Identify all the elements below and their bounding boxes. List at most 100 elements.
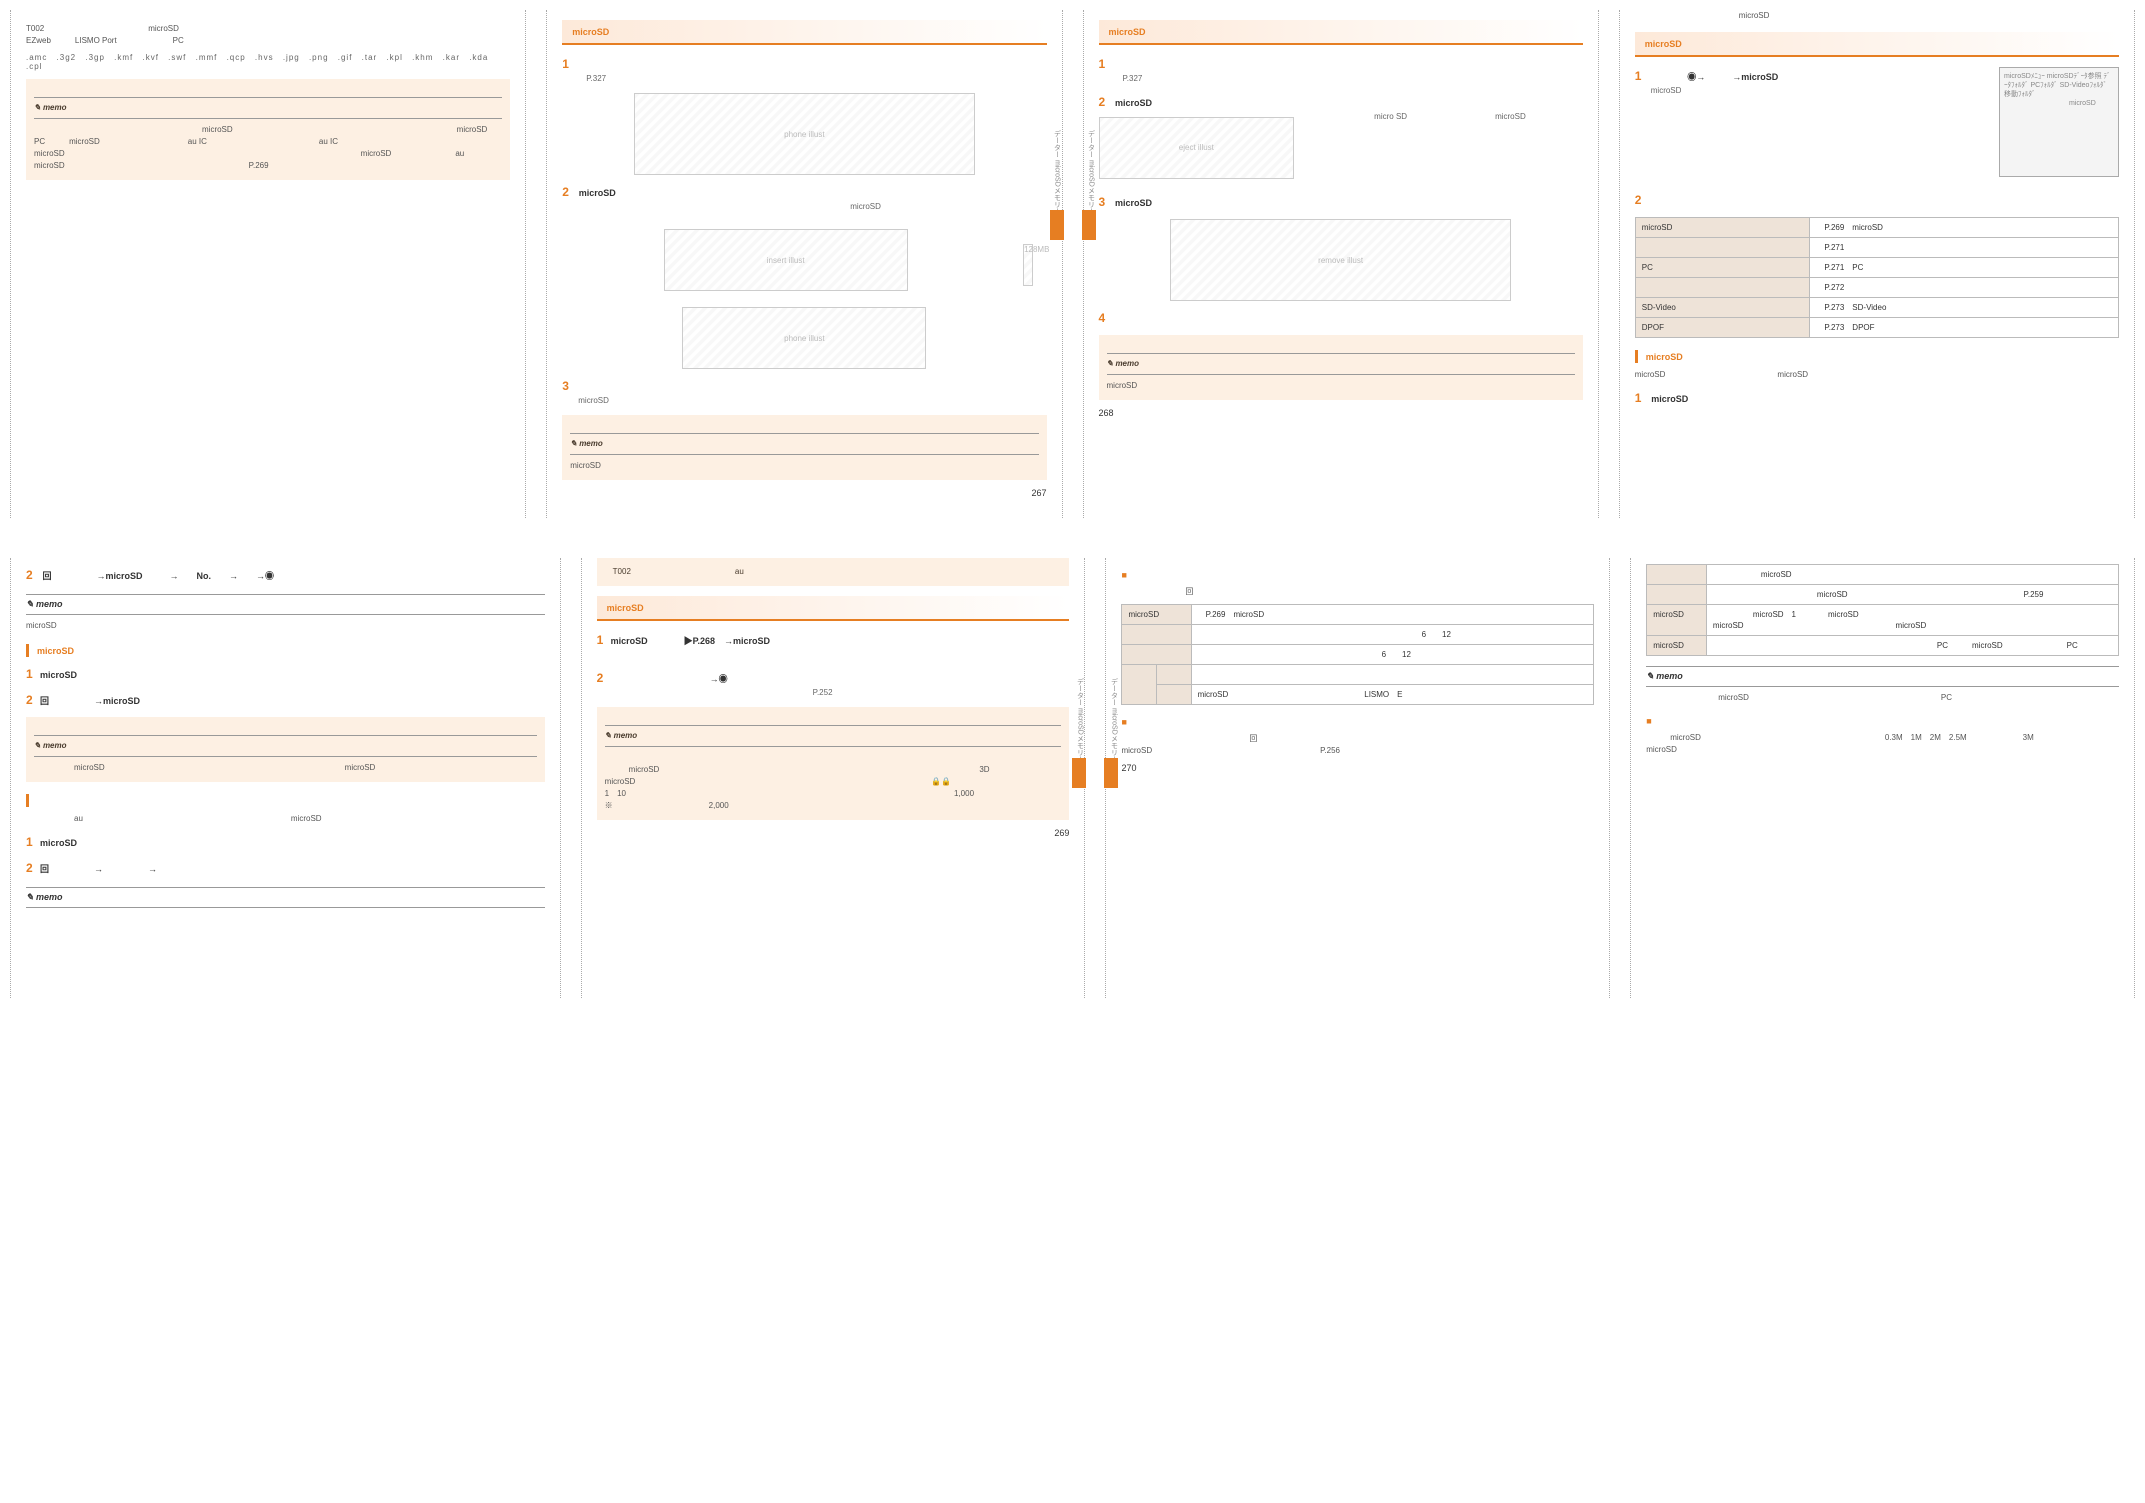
sub-a: microSD: [26, 644, 545, 657]
step-num: 1: [1635, 389, 1649, 407]
subheading: microSD: [1635, 350, 2119, 363]
memo-title: memo: [1646, 671, 1683, 681]
step-num: 1: [597, 631, 611, 649]
masked-heading: [26, 10, 510, 23]
sq2-body: 回 microSD P.256: [1121, 733, 1594, 757]
step1-sub: P.327: [1115, 73, 1583, 85]
step1-sub: [613, 649, 1070, 661]
memo-body: [26, 913, 545, 925]
step-num: 3: [1099, 193, 1113, 211]
section-heading: microSD: [562, 20, 1046, 45]
memo-box-a: memo microSD microSD: [26, 717, 545, 782]
step-num: 2: [1099, 93, 1113, 111]
step3-title: microSD: [1115, 198, 1305, 208]
a-step1: microSD: [40, 670, 104, 680]
step-num: 1: [26, 665, 40, 683]
extension-list: .amc .3g2 .3gp .kmf .kvf .swf .mmf .qcp …: [26, 53, 510, 71]
memo-title: memo: [26, 599, 63, 609]
info-table: microSD microSD P.259 microSD microSD 1 …: [1646, 564, 2119, 656]
menu-tbody: microSD P.269 microSD P.271 PC P.271 PC …: [1635, 218, 2118, 338]
spread-top: T002 microSD EZweb LISMO Port PC .amc .3…: [10, 10, 2135, 518]
figure-sdcard-icon: 128MB: [1023, 244, 1032, 286]
step2-title: →◉: [611, 674, 728, 684]
b-body: au microSD: [26, 813, 545, 825]
memo-title: memo: [26, 892, 63, 902]
step1-title: ◉→ →microSD: [1651, 72, 1787, 82]
intro-body: T002 microSD EZweb LISMO Port PC: [26, 23, 510, 47]
figure-phone-back: phone illust: [634, 93, 975, 175]
step-num: 2: [26, 566, 40, 584]
section-heading: microSD: [1635, 32, 2119, 57]
step1-title: [579, 60, 714, 70]
info-tbody: microSD microSD P.259 microSD microSD 1 …: [1647, 565, 2119, 656]
options-table: microSD P.269 microSD 6 12 6 12 microSD …: [1121, 604, 1594, 705]
figure-insert: insert illust: [664, 229, 908, 291]
figure-eject: eject illust: [1099, 117, 1295, 179]
sub-b: [26, 794, 545, 807]
sq-body: microSD 0.3M 1M 2M 2.5M 3M microSD: [1646, 732, 2119, 756]
options-tbody: microSD P.269 microSD 6 12 6 12 microSD …: [1122, 605, 1594, 705]
step2: 2: [1635, 191, 2119, 209]
page-269: T002 au microSD 1microSD ▶P.268 →microSD…: [581, 558, 1086, 998]
memo-body: microSD 3D microSD 🔒🔒 1 10: [605, 752, 1062, 812]
memo-body: microSD: [570, 460, 1038, 472]
step-num: 2: [1635, 191, 1649, 209]
section-heading: microSD: [597, 596, 1070, 621]
note-top: T002 au: [597, 558, 1070, 586]
step3-sub: microSD: [578, 395, 1046, 407]
a-step2: 回 →microSD: [40, 696, 176, 706]
page-tab: [1104, 758, 1118, 788]
page-number: 268: [1099, 408, 1583, 418]
step-num: 4: [1099, 309, 1113, 327]
memo-box: memo microSD microSD PC microSD au IC au…: [26, 79, 510, 180]
b-step1: microSD: [40, 838, 104, 848]
page-col1a: T002 microSD EZweb LISMO Port PC .amc .3…: [10, 10, 526, 518]
step2-title: microSD: [579, 188, 832, 198]
card-label: [1009, 234, 1046, 244]
step2: 2 microSD microSD: [562, 183, 1046, 213]
step1: 1 P.327: [562, 55, 1046, 85]
step2-sub: P.252: [613, 687, 1070, 699]
step-num: 1: [1099, 55, 1113, 73]
step-num: 2: [597, 669, 611, 687]
memo-box-269: memo microSD 3D microSD 🔒🔒: [597, 707, 1070, 820]
menu-table: microSD P.269 microSD P.271 PC P.271 PC …: [1635, 217, 2119, 338]
memo-title: memo: [570, 439, 603, 448]
step2-title: microSD: [1115, 98, 1287, 108]
step-num: 2: [26, 691, 40, 709]
step-num: 2: [26, 859, 40, 877]
step2-title: 回 →microSD → No. → →◉: [43, 571, 275, 581]
page-267: microSD 1 P.327 phone illust 2 microSD m…: [546, 10, 1062, 518]
step1-title: [1115, 60, 1250, 70]
step-num: 1: [562, 55, 576, 73]
memo-title: memo: [605, 731, 638, 740]
step-num: 2: [562, 183, 576, 201]
square-h: [1646, 714, 2119, 727]
page-268: microSD 1 P.327 2 microSD eject illust m…: [1083, 10, 1599, 518]
step-num: 3: [562, 377, 576, 395]
page-270: 回 microSD P.269 microSD 6 12 6 12 microS…: [1105, 558, 1610, 998]
memo-box-268: memo microSD: [1099, 335, 1583, 400]
step2-body: microSD: [578, 201, 1046, 213]
step1-title: microSD ▶P.268 →microSD: [611, 636, 815, 646]
page-col4a: microSD microSD microSDﾒﾆｭｰ microSDﾃﾞｰﾀ参…: [1619, 10, 2135, 518]
memo-title: memo: [34, 103, 67, 112]
b-step2: 回 → →: [40, 864, 184, 874]
step-num: 1: [26, 833, 40, 851]
memo-title: memo: [1107, 359, 1140, 368]
memo-body: microSD: [26, 620, 545, 632]
page-number: 269: [597, 828, 1070, 838]
page-col1b: 2 回 →microSD → No. → →◉ memo microSD mic…: [10, 558, 561, 998]
page-col4b: microSD microSD P.259 microSD microSD 1 …: [1630, 558, 2135, 998]
step1: 1 P.327: [1099, 55, 1583, 85]
screen-mockup: microSDﾒﾆｭｰ microSDﾃﾞｰﾀ参照 ﾃﾞｰﾀﾌｫﾙﾀﾞ PCﾌｫ…: [1999, 67, 2119, 177]
page-number: 270: [1121, 763, 1594, 773]
figure-remove: remove illust: [1170, 219, 1511, 301]
page-tab: [1072, 758, 1086, 788]
step-num: 1: [1635, 67, 1649, 85]
step1-sub: P.327: [578, 73, 1046, 85]
memo-body: microSD microSD PC microSD au IC au IC m…: [34, 124, 502, 172]
step2: 2 回 →microSD → No. → →◉: [26, 566, 545, 584]
memo-body: microSD: [1107, 380, 1575, 392]
memo-body: microSD microSD: [34, 762, 537, 774]
